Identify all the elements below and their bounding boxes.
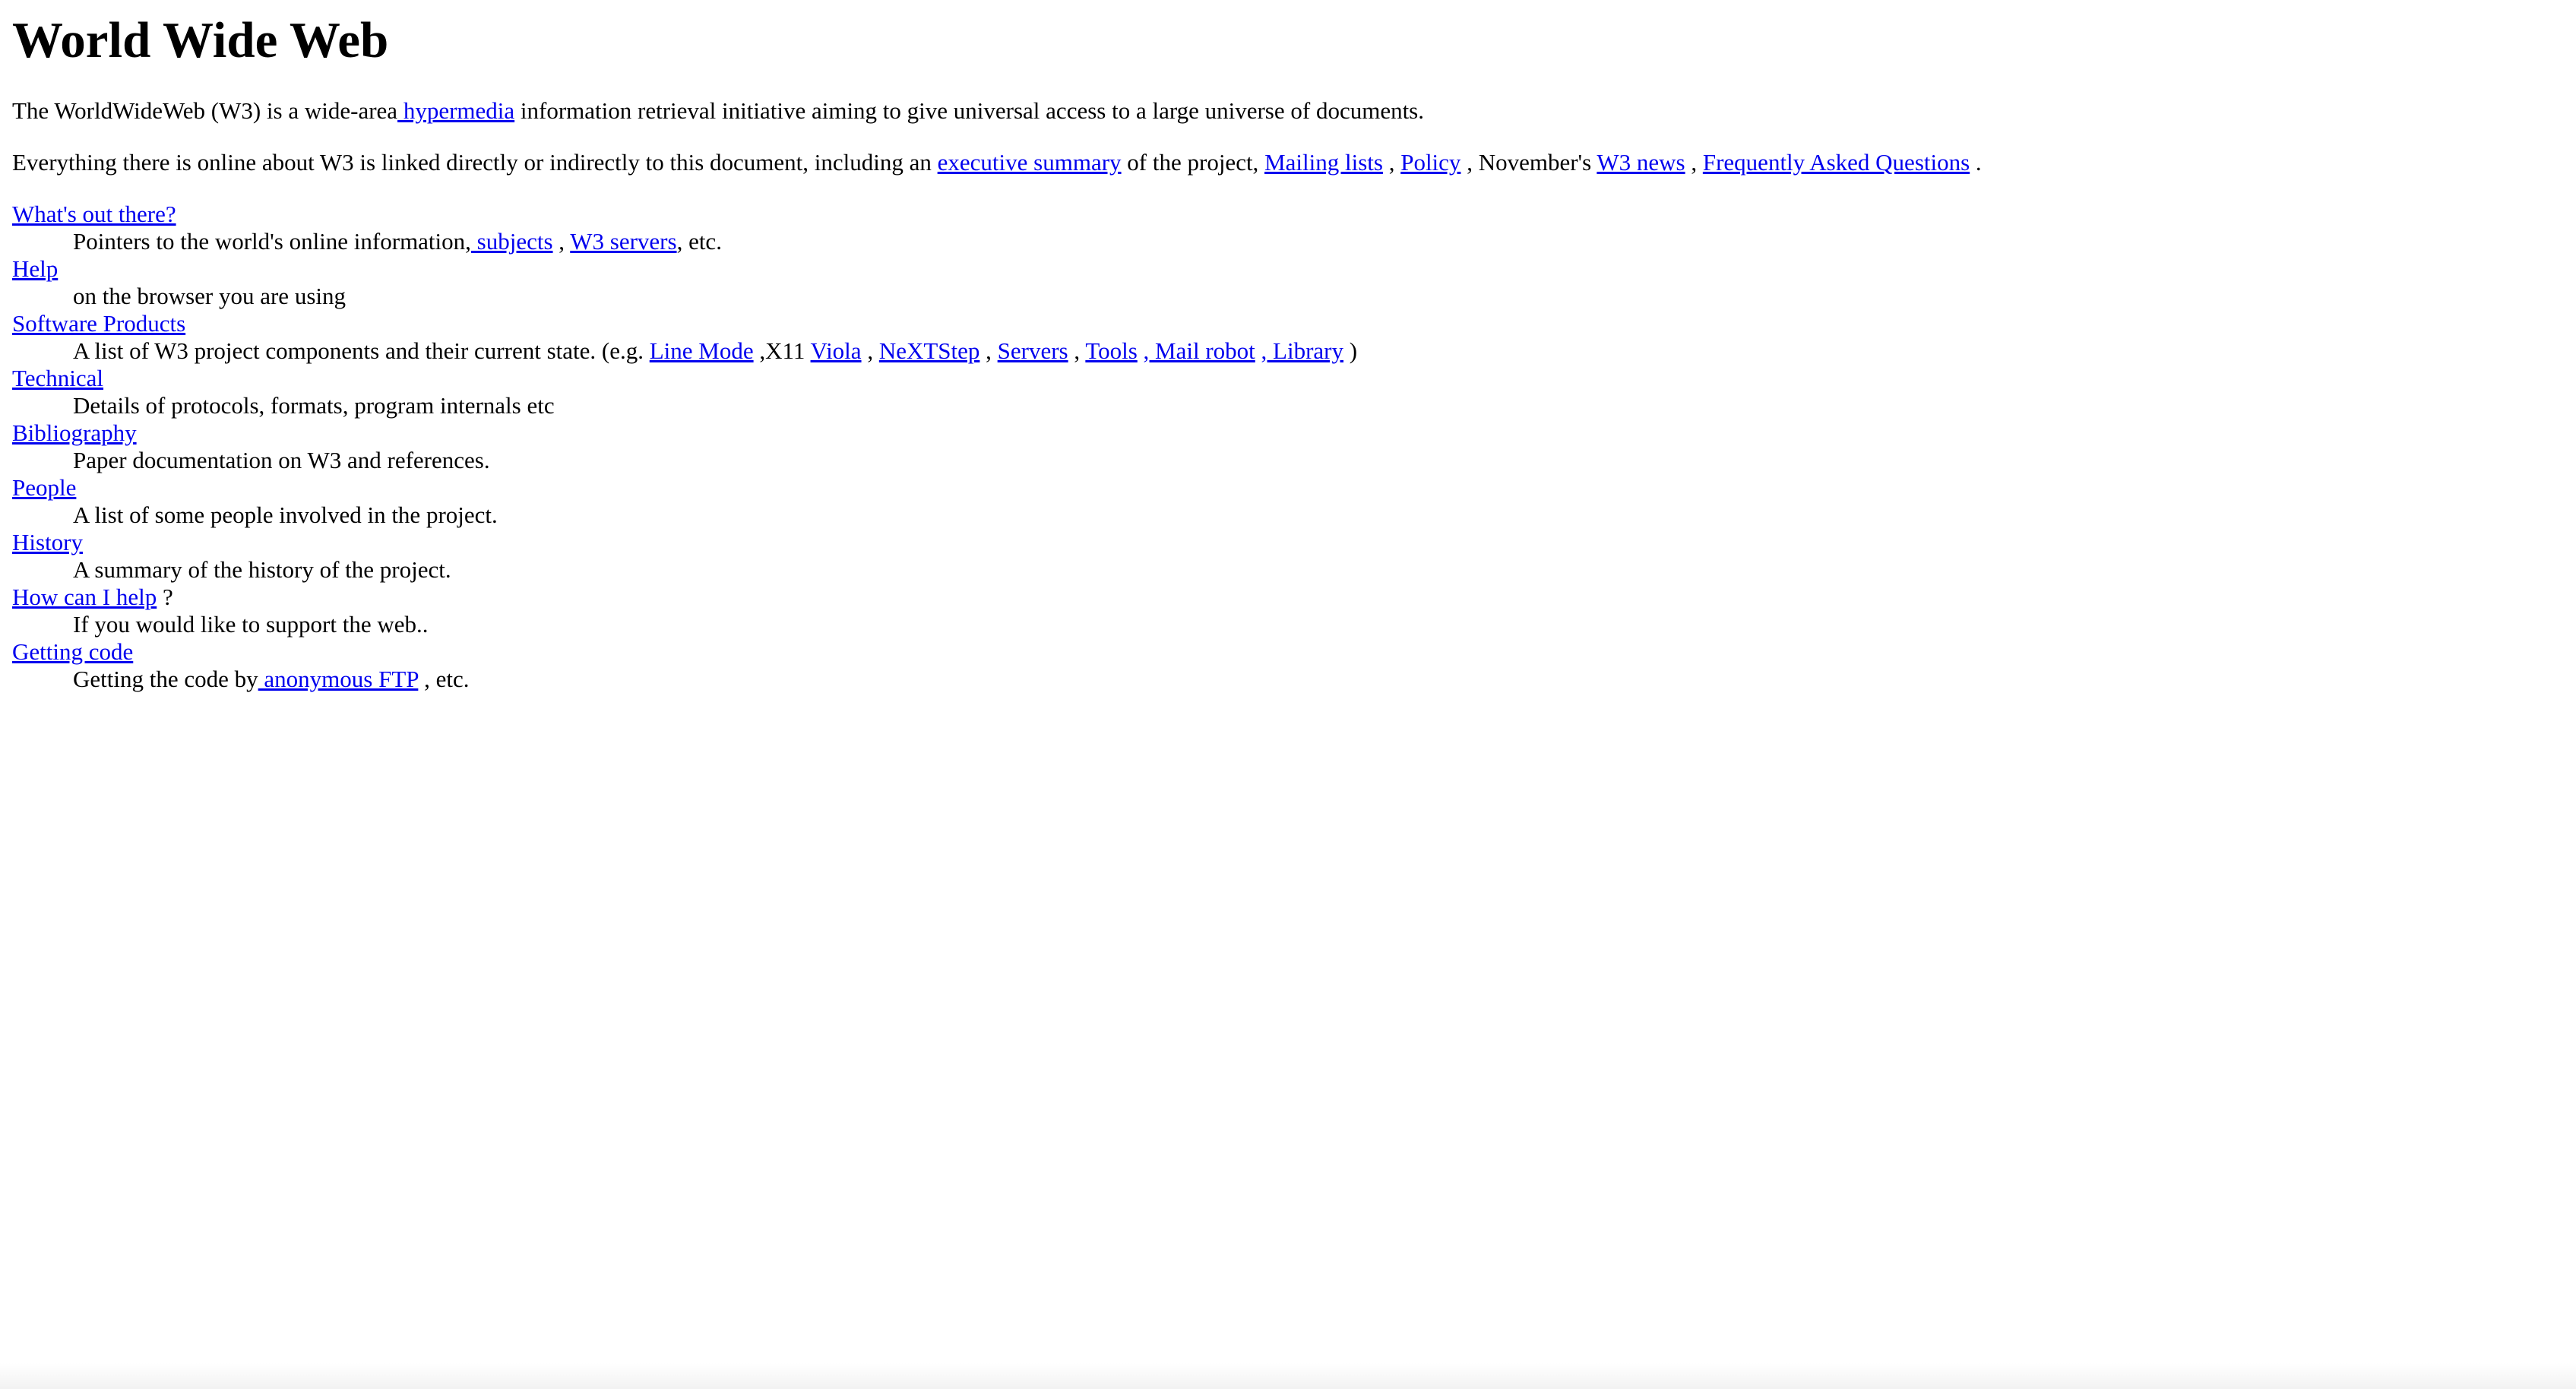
desc-history: A summary of the history of the project.	[73, 556, 451, 583]
desc-text: ,	[861, 337, 879, 364]
link-getting-code[interactable]: Getting code	[12, 638, 133, 665]
desc-text	[1138, 337, 1144, 364]
link-bibliography[interactable]: Bibliography	[12, 419, 137, 446]
link-subjects[interactable]: subjects	[471, 228, 553, 255]
overview-text-3: ,	[1382, 149, 1401, 176]
term-bibliography: Bibliography	[12, 419, 2564, 447]
desc-text: A list of W3 project components and thei…	[73, 337, 650, 364]
desc-text: , etc.	[418, 666, 470, 692]
document: World Wide Web The WorldWideWeb (W3) is …	[12, 0, 2564, 693]
link-anonymous-ftp[interactable]: anonymous FTP	[258, 666, 418, 692]
term-suffix: ?	[157, 584, 173, 610]
desc-text: ,	[552, 228, 571, 255]
term-getting-code: Getting code	[12, 638, 2564, 666]
link-servers[interactable]: Servers	[998, 337, 1068, 364]
term-technical: Technical	[12, 365, 2564, 392]
link-software-products[interactable]: Software Products	[12, 310, 185, 337]
link-nextstep[interactable]: NeXTStep	[879, 337, 980, 364]
link-hypermedia[interactable]: hypermedia	[397, 97, 514, 124]
desc-text: Getting the code by	[73, 666, 258, 692]
link-line-mode[interactable]: Line Mode	[650, 337, 754, 364]
link-viola[interactable]: Viola	[811, 337, 862, 364]
term-how-can-i-help: How can I help ?	[12, 584, 2564, 611]
link-help[interactable]: Help	[12, 255, 58, 282]
desc-help: on the browser you are using	[73, 283, 346, 309]
page-title: World Wide Web	[12, 12, 389, 68]
term-help: Help	[12, 255, 2564, 283]
desc-technical: Details of protocols, formats, program i…	[73, 392, 555, 419]
link-library[interactable]: , Library	[1261, 337, 1343, 364]
overview-text-5: ,	[1685, 149, 1703, 176]
term-history: History	[12, 529, 2564, 556]
link-executive-summary[interactable]: executive summary	[938, 149, 1122, 176]
desc-text: ,	[979, 337, 998, 364]
desc-software-products: A list of W3 project components and thei…	[12, 337, 2564, 365]
desc-text: )	[1343, 337, 1358, 364]
overview-paragraph: Everything there is online about W3 is l…	[12, 149, 2564, 176]
term-whats-out-there: What's out there?	[12, 201, 2564, 228]
term-software-products: Software Products	[12, 310, 2564, 337]
desc-people: A list of some people involved in the pr…	[73, 501, 498, 528]
link-mailing-lists[interactable]: Mailing lists	[1264, 149, 1383, 176]
window-bottom-edge	[0, 1363, 2576, 1389]
link-how-can-i-help[interactable]: How can I help	[12, 584, 157, 610]
overview-text-4: , November's	[1460, 149, 1597, 176]
desc-text	[1255, 337, 1261, 364]
term-people: People	[12, 474, 2564, 501]
desc-getting-code: Getting the code by anonymous FTP , etc.	[12, 666, 2564, 693]
link-tools[interactable]: Tools	[1085, 337, 1137, 364]
desc-text: ,	[1068, 337, 1086, 364]
link-whats-out-there[interactable]: What's out there?	[12, 201, 176, 227]
desc-text: , etc.	[676, 228, 722, 255]
link-mail-robot[interactable]: , Mail robot	[1144, 337, 1255, 364]
link-history[interactable]: History	[12, 529, 83, 555]
overview-text-1: Everything there is online about W3 is l…	[12, 149, 938, 176]
desc-bibliography: Paper documentation on W3 and references…	[73, 447, 490, 473]
desc-text: ,X11	[753, 337, 811, 364]
desc-whats-out-there: Pointers to the world's online informati…	[12, 228, 2564, 255]
link-people[interactable]: People	[12, 474, 76, 501]
intro-paragraph: The WorldWideWeb (W3) is a wide-area hyp…	[12, 97, 2564, 125]
link-technical[interactable]: Technical	[12, 365, 103, 391]
link-w3-servers[interactable]: W3 servers	[570, 228, 676, 255]
intro-text-2: information retrieval initiative aiming …	[514, 97, 1425, 124]
overview-text-6: .	[1970, 149, 1982, 176]
intro-text-1: The WorldWideWeb (W3) is a wide-area	[12, 97, 398, 124]
desc-how-can-i-help: If you would like to support the web..	[73, 611, 429, 638]
desc-text: Pointers to the world's online informati…	[73, 228, 471, 255]
link-faq[interactable]: Frequently Asked Questions	[1703, 149, 1970, 176]
link-w3-news[interactable]: W3 news	[1597, 149, 1685, 176]
topic-list: What's out there? Pointers to the world'…	[12, 201, 2564, 693]
overview-text-2: of the project,	[1121, 149, 1265, 176]
link-policy[interactable]: Policy	[1400, 149, 1460, 176]
